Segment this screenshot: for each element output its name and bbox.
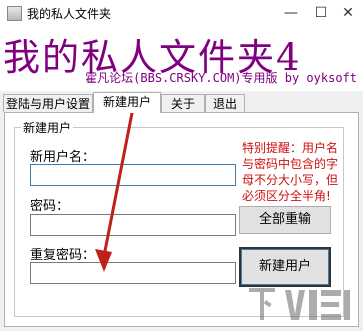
app-window: 我的私人文件夹 — ☐ ✕ 我的私人文件夹4 霍凡论坛(BBS.CRSKY.CO… xyxy=(0,0,363,331)
close-button[interactable]: ✕ xyxy=(333,0,363,27)
username-field[interactable] xyxy=(30,164,236,186)
banner-subtitle: 霍凡论坛(BBS.CRSKY.COM)专用版 by oyksoft xyxy=(85,71,357,85)
watermark-logo xyxy=(249,288,350,320)
group-legend: 新建用户 xyxy=(21,119,74,136)
minimize-button[interactable]: — xyxy=(276,0,306,27)
maximize-button[interactable]: ☐ xyxy=(306,0,336,27)
confirm-password-label: 重复密码： xyxy=(30,248,96,263)
case-notice: 特别提醒：用户名与密码中包含的字母不分大小写，但必须区分全半角! xyxy=(242,141,339,203)
banner: 我的私人文件夹4 霍凡论坛(BBS.CRSKY.COM)专用版 by oykso… xyxy=(0,27,363,91)
password-label: 密码： xyxy=(30,199,70,214)
username-label: 新用户名： xyxy=(30,150,96,165)
tab-about[interactable]: 关于 xyxy=(161,94,205,112)
tab-login-settings[interactable]: 登陆与用户设置 xyxy=(3,94,93,112)
reset-all-button[interactable]: 全部重输 xyxy=(239,206,331,234)
app-icon xyxy=(7,6,22,21)
tab-new-user[interactable]: 新建用户 xyxy=(93,92,161,113)
title-bar: 我的私人文件夹 — ☐ ✕ xyxy=(0,0,363,27)
confirm-password-field[interactable] xyxy=(30,262,236,284)
window-title: 我的私人文件夹 xyxy=(27,7,112,21)
tab-exit[interactable]: 退出 xyxy=(205,94,245,112)
tab-strip: 登陆与用户设置 新建用户 关于 退出 xyxy=(0,92,363,114)
password-field[interactable] xyxy=(30,214,236,236)
